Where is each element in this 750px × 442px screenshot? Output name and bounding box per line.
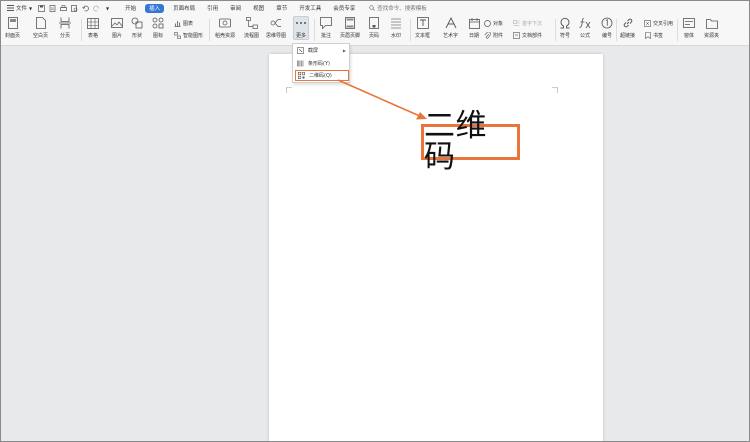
callout-text: 二维码 bbox=[424, 108, 487, 175]
app-window: 文件 ▼ ▼ 开始 插入 页面布局 引用 审阅 视图 章节 开发工具 会员专享 … bbox=[0, 0, 750, 442]
annotation-arrow bbox=[337, 79, 427, 120]
qrcode-callout: 二维码 bbox=[421, 111, 520, 173]
